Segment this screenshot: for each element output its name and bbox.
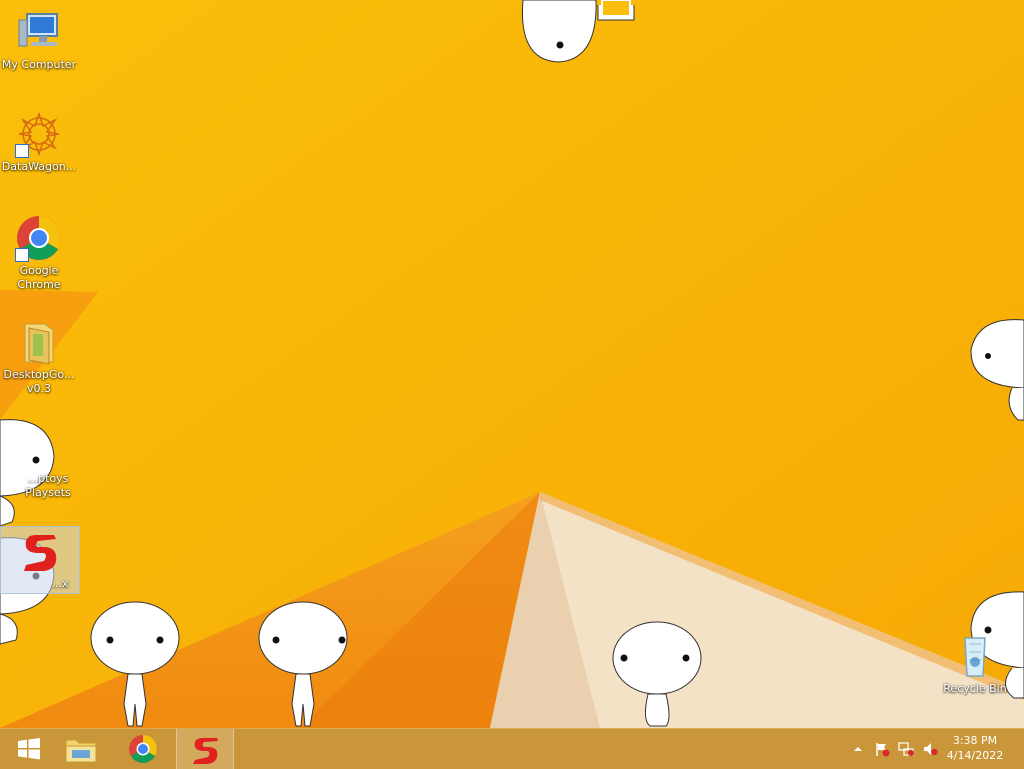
start-button[interactable] — [0, 729, 58, 769]
folder-icon — [65, 739, 97, 763]
show-hidden-icons-icon[interactable] — [850, 741, 866, 757]
taskbar-app-s[interactable] — [176, 729, 234, 769]
desktop-icon-datawagon[interactable]: DataWagon... — [0, 110, 78, 174]
volume-muted-icon[interactable] — [922, 741, 938, 757]
taskbar-chrome[interactable] — [114, 729, 172, 769]
desktop-icon-label: Recycle Bin — [943, 682, 1007, 695]
starburst-icon — [15, 110, 63, 158]
taskbar-file-explorer[interactable] — [52, 729, 110, 769]
desktop-icon-label: ...ptoys Playsets — [25, 472, 71, 499]
shortcut-arrow-icon — [15, 248, 29, 262]
clock-time: 3:38 PM — [952, 734, 998, 747]
windows-logo-icon — [18, 738, 40, 760]
computer-icon — [15, 8, 63, 56]
desktop-icon-playsets[interactable]: ...ptoys Playsets — [0, 422, 78, 500]
desktop-icon-desktopgo[interactable]: DesktopGo... v0.3 — [0, 318, 78, 396]
desktop-icon-label: DesktopGo... v0.3 — [3, 368, 75, 395]
wallpaper — [0, 0, 1024, 728]
desktop-icon-google-chrome[interactable]: Google Chrome — [0, 214, 78, 292]
shortcut-arrow-icon — [15, 144, 29, 158]
chrome-icon — [129, 735, 157, 763]
desktop-icon-app-s[interactable]: ...x — [0, 526, 80, 594]
clock-date: 4/14/2022 — [946, 749, 1004, 762]
action-center-flag-icon[interactable] — [874, 741, 890, 757]
recycle-bin-icon — [951, 632, 999, 680]
desktop-icon-label: Google Chrome — [17, 264, 61, 291]
desktop-icon-label: DataWagon... — [1, 160, 77, 173]
folder-icon — [15, 318, 63, 366]
desktop-icon-my-computer[interactable]: My Computer — [0, 8, 78, 72]
clock[interactable]: 3:38 PM 4/14/2022 — [944, 733, 1006, 763]
taskbar: 3:38 PM 4/14/2022 — [0, 728, 1024, 769]
desktop-icon-label: My Computer — [1, 58, 77, 71]
desktop-icon-recycle-bin[interactable]: Recycle Bin — [936, 632, 1014, 696]
desktop[interactable]: My Computer DataWagon... Google Chrome D… — [0, 0, 1024, 728]
red-s-icon — [16, 527, 64, 575]
red-s-icon — [193, 738, 218, 764]
chrome-icon — [15, 214, 63, 262]
desktop-icon-label: ...x — [51, 577, 69, 590]
network-icon[interactable] — [898, 741, 914, 757]
